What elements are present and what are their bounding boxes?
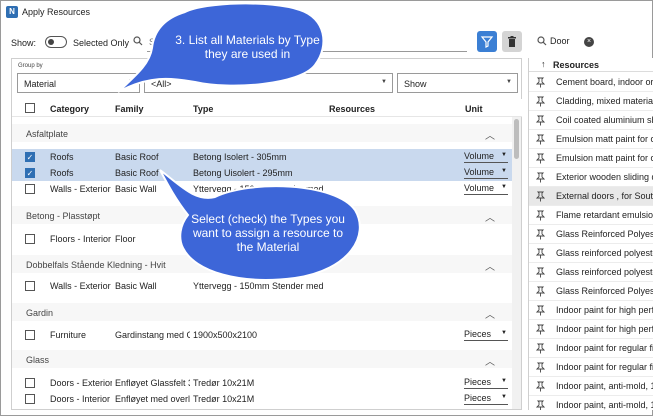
callout-overlay	[117, 2, 361, 281]
callout-bottom-text: Select (check) the Types you want to ass…	[191, 212, 345, 254]
callout-top-text: 3. List all Materials by Type they are u…	[175, 33, 320, 61]
